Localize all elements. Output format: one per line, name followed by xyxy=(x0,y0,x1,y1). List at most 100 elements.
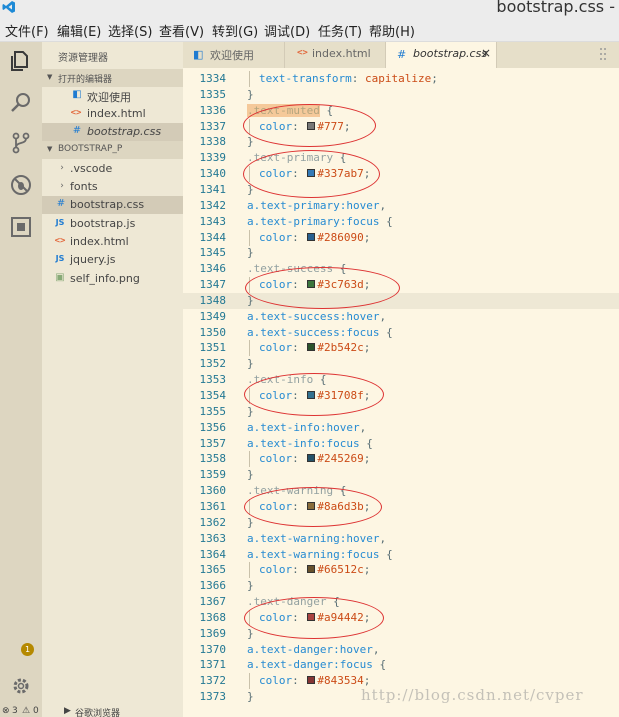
line-number: 1361 xyxy=(199,499,227,513)
code-line[interactable]: 1369} xyxy=(183,626,619,642)
chevron-right-icon: › xyxy=(60,181,64,191)
code-text: a.text-warning:focus { xyxy=(247,548,393,561)
code-line[interactable]: 1344 color: #286090; xyxy=(183,229,619,246)
menu-debug[interactable]: 调试(D) xyxy=(264,21,310,40)
status-extra[interactable]: 谷歌浏览器 xyxy=(75,706,120,717)
code-text: text-transform: capitalize; xyxy=(259,72,438,85)
code-token: , xyxy=(379,531,387,545)
tab-index-html[interactable]: <> index.html xyxy=(285,42,386,68)
tab-bootstrap-css[interactable]: # bootstrap.css × xyxy=(386,42,497,68)
annotation-circle xyxy=(243,150,380,198)
code-line[interactable]: 1335} xyxy=(183,87,619,103)
code-line[interactable]: 1346 .text-success { xyxy=(183,261,619,277)
tree-folder-vscode[interactable]: › .vscode xyxy=(42,160,183,178)
line-number: 1350 xyxy=(199,325,227,339)
color-swatch[interactable] xyxy=(307,454,316,463)
tree-file-bootstrap-js[interactable]: JS bootstrap.js xyxy=(42,215,183,233)
code-line[interactable]: 1343 a.text-primary:focus { xyxy=(183,214,619,230)
color-swatch[interactable] xyxy=(307,232,316,241)
debug-icon[interactable] xyxy=(9,173,33,197)
tab-label: 欢迎使用 xyxy=(210,49,254,62)
menu-go[interactable]: 转到(G) xyxy=(212,21,258,40)
tree-file-bootstrap-css[interactable]: # bootstrap.css xyxy=(42,196,183,214)
search-icon[interactable] xyxy=(9,90,33,114)
open-editors-header[interactable]: ▼ 打开的编辑器 xyxy=(42,69,183,87)
tab-welcome[interactable]: ◧ 欢迎使用 xyxy=(183,42,285,68)
code-line[interactable]: 1341} xyxy=(183,182,619,198)
tree-folder-fonts[interactable]: › fonts xyxy=(42,178,183,196)
html-icon: <> xyxy=(70,108,82,118)
menu-view[interactable]: 查看(V) xyxy=(159,21,204,40)
code-token: #286090 xyxy=(317,230,364,244)
code-token: } xyxy=(247,690,254,704)
code-line[interactable]: 1371 a.text-danger:focus { xyxy=(183,657,619,673)
code-text: color: #286090; xyxy=(259,231,370,244)
gear-icon[interactable] xyxy=(9,674,33,698)
code-text: a.text-info:hover, xyxy=(247,421,366,434)
open-editor-welcome[interactable]: ◧ 欢迎使用 xyxy=(42,87,183,105)
html-icon: <> xyxy=(54,236,66,246)
code-line[interactable]: 1352} xyxy=(183,356,619,372)
code-line[interactable]: 1348} xyxy=(183,292,619,309)
line-number: 1360 xyxy=(199,484,227,498)
code-line[interactable]: 1362} xyxy=(183,515,619,531)
code-line[interactable]: 1350 a.text-success:focus { xyxy=(183,325,619,341)
code-line[interactable]: 1338} xyxy=(183,134,619,150)
code-line[interactable]: 1334 text-transform: capitalize; xyxy=(183,71,619,87)
line-number: 1362 xyxy=(199,515,227,529)
code-line[interactable]: 1370 a.text-danger:hover, xyxy=(183,642,619,658)
error-icon[interactable]: ⊗ xyxy=(2,706,10,716)
line-number: 1364 xyxy=(199,547,227,561)
tree-file-jquery-js[interactable]: JS jquery.js xyxy=(42,251,183,269)
close-icon[interactable]: × xyxy=(481,46,491,60)
menu-edit[interactable]: 编辑(E) xyxy=(57,21,101,40)
code-line[interactable]: 1349 a.text-success:hover, xyxy=(183,309,619,325)
watermark: http://blog.csdn.net/cvper xyxy=(361,686,584,704)
open-editor-index-html[interactable]: <> index.html xyxy=(42,105,183,123)
menu-help[interactable]: 帮助(H) xyxy=(369,21,415,40)
line-number: 1346 xyxy=(199,262,227,276)
open-editor-label: 欢迎使用 xyxy=(87,91,131,104)
extensions-icon[interactable] xyxy=(9,215,33,239)
code-line[interactable]: 1359} xyxy=(183,467,619,483)
vscode-logo-icon xyxy=(2,1,15,13)
code-token: ; xyxy=(363,563,371,577)
project-header[interactable]: ▼ BOOTSTRAP_P xyxy=(42,141,183,159)
split-editor-icon[interactable] xyxy=(596,46,610,62)
code-line[interactable]: 1360 .text-warning { xyxy=(183,483,619,499)
code-line[interactable]: 1364 a.text-warning:focus { xyxy=(183,547,619,563)
code-token: , xyxy=(359,420,367,434)
code-line[interactable]: 1365 color: #66512c; xyxy=(183,562,619,579)
code-line[interactable]: 1356 a.text-info:hover, xyxy=(183,420,619,436)
explorer-icon[interactable] xyxy=(9,49,33,73)
code-line[interactable]: 1345} xyxy=(183,245,619,261)
vscode-icon: ◧ xyxy=(193,48,204,61)
tree-file-index-html[interactable]: <> index.html xyxy=(42,233,183,251)
color-swatch[interactable] xyxy=(307,565,316,574)
source-control-icon[interactable] xyxy=(9,131,33,155)
code-token: } xyxy=(247,626,254,640)
code-line[interactable]: 1366} xyxy=(183,578,619,594)
code-line[interactable]: 1363 a.text-warning:hover, xyxy=(183,531,619,547)
code-line[interactable]: 1355} xyxy=(183,404,619,420)
code-line[interactable]: 1357 a.text-info:focus { xyxy=(183,436,619,452)
menu-selection[interactable]: 选择(S) xyxy=(108,21,152,40)
code-line[interactable]: 1358 color: #245269; xyxy=(183,451,619,468)
code-token: { xyxy=(379,325,393,339)
code-line[interactable]: 1367 .text-danger { xyxy=(183,594,619,610)
color-swatch[interactable] xyxy=(307,343,316,352)
color-swatch[interactable] xyxy=(307,676,316,685)
menu-file[interactable]: 文件(F) xyxy=(5,21,49,40)
code-token: , xyxy=(372,642,380,656)
line-number: 1369 xyxy=(199,626,227,640)
code-line[interactable]: 1342 a.text-primary:hover, xyxy=(183,198,619,214)
warning-icon[interactable]: ⚠ xyxy=(22,706,30,716)
open-editor-bootstrap-css[interactable]: # bootstrap.css xyxy=(42,123,183,141)
indent-guide xyxy=(249,229,250,246)
tree-file-self-info-png[interactable]: ▣ self_info.png xyxy=(42,270,183,288)
line-number: 1355 xyxy=(199,404,227,418)
code-line[interactable]: 1351 color: #2b542c; xyxy=(183,340,619,357)
menu-tasks[interactable]: 任务(T) xyxy=(318,21,362,40)
code-token: , xyxy=(379,198,387,212)
play-icon[interactable]: ▶ xyxy=(64,706,71,716)
